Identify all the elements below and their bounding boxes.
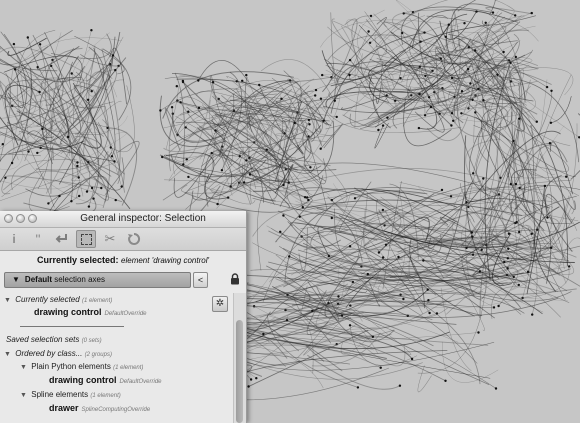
rotate-tool-button[interactable]	[124, 230, 144, 248]
settings-button[interactable]: ✲	[212, 296, 228, 312]
group-count: (1 element)	[81, 298, 113, 304]
tree-item-drawing-control-2[interactable]: drawing control DefaultOverride	[49, 375, 162, 385]
tree-scrollbar[interactable]	[233, 293, 246, 423]
tree-group-spline-elements[interactable]: ▼ Spline elements (1 element)	[20, 390, 121, 399]
quote-tool-button[interactable]: "	[28, 230, 48, 248]
tree-group-ordered-by-class[interactable]: ▼ Ordered by class... (2 groups)	[4, 349, 112, 358]
tree-group-plain-python[interactable]: ▼ Plain Python elements (1 element)	[20, 362, 143, 371]
group-label: Saved selection sets	[6, 335, 80, 344]
group-label: Spline elements	[31, 390, 89, 399]
gear-icon: ✲	[215, 298, 225, 309]
disclosure-triangle-icon: ▼	[12, 275, 20, 284]
inspector-toolbar: i " ✂	[0, 228, 246, 251]
group-label: Currently selected	[15, 295, 80, 304]
group-count: (0 sets)	[81, 338, 102, 344]
return-tool-button[interactable]	[52, 230, 72, 248]
item-type: DefaultOverride	[119, 379, 162, 385]
axes-name: Default	[24, 275, 53, 284]
disclosure-triangle-icon: ▼	[4, 297, 11, 304]
group-count: (1 element)	[90, 393, 121, 399]
selection-axes-popup[interactable]: ▼ Default selection axes	[4, 272, 191, 288]
return-arrow-icon	[55, 234, 67, 243]
lock-icon	[231, 273, 239, 285]
tree-item-drawer[interactable]: drawer SplineComputingOverride	[49, 403, 150, 413]
selection-tool-button[interactable]	[76, 230, 96, 248]
tree-group-saved-sets[interactable]: Saved selection sets (0 sets)	[6, 335, 102, 344]
tree-item-drawing-control[interactable]: drawing control DefaultOverride	[34, 307, 147, 317]
item-name: drawing control	[49, 375, 117, 385]
window-title: General inspector: Selection	[80, 213, 206, 224]
axes-suffix: selection axes	[54, 275, 105, 284]
disclosure-triangle-icon: ▼	[20, 364, 27, 371]
title-bar[interactable]: General inspector: Selection	[0, 211, 246, 228]
selection-tree: ▼ Currently selected (1 element) drawing…	[0, 293, 232, 423]
selection-rectangle-icon	[80, 233, 92, 245]
lock-button[interactable]	[229, 273, 241, 285]
disclosure-triangle-icon: ▼	[20, 392, 27, 399]
disclosure-triangle-icon: ▼	[4, 351, 11, 358]
current-selection-line: Currently selected: element 'drawing con…	[0, 251, 246, 269]
rotate-icon	[128, 232, 141, 245]
axes-back-button[interactable]: <	[193, 272, 208, 288]
current-selection-label: Currently selected:	[36, 255, 119, 265]
scissors-icon: ✂	[104, 231, 116, 246]
item-name: drawing control	[34, 307, 102, 317]
item-type: DefaultOverride	[104, 311, 147, 317]
group-label: Ordered by class...	[15, 349, 83, 358]
tree-group-currently-selected[interactable]: ▼ Currently selected (1 element)	[4, 295, 112, 304]
item-name: drawer	[49, 403, 79, 413]
group-count: (2 groups)	[84, 352, 112, 358]
current-selection-value: element 'drawing control'	[121, 256, 210, 265]
scrollbar-thumb[interactable]	[236, 320, 243, 423]
group-count: (1 element)	[113, 365, 144, 371]
info-icon: i	[12, 232, 16, 246]
group-label: Plain Python elements	[31, 362, 111, 371]
separator	[20, 326, 124, 327]
info-tool-button[interactable]: i	[4, 230, 24, 248]
quote-icon: "	[35, 231, 41, 247]
item-type: SplineComputingOverride	[81, 407, 151, 413]
cut-tool-button[interactable]: ✂	[100, 230, 120, 248]
